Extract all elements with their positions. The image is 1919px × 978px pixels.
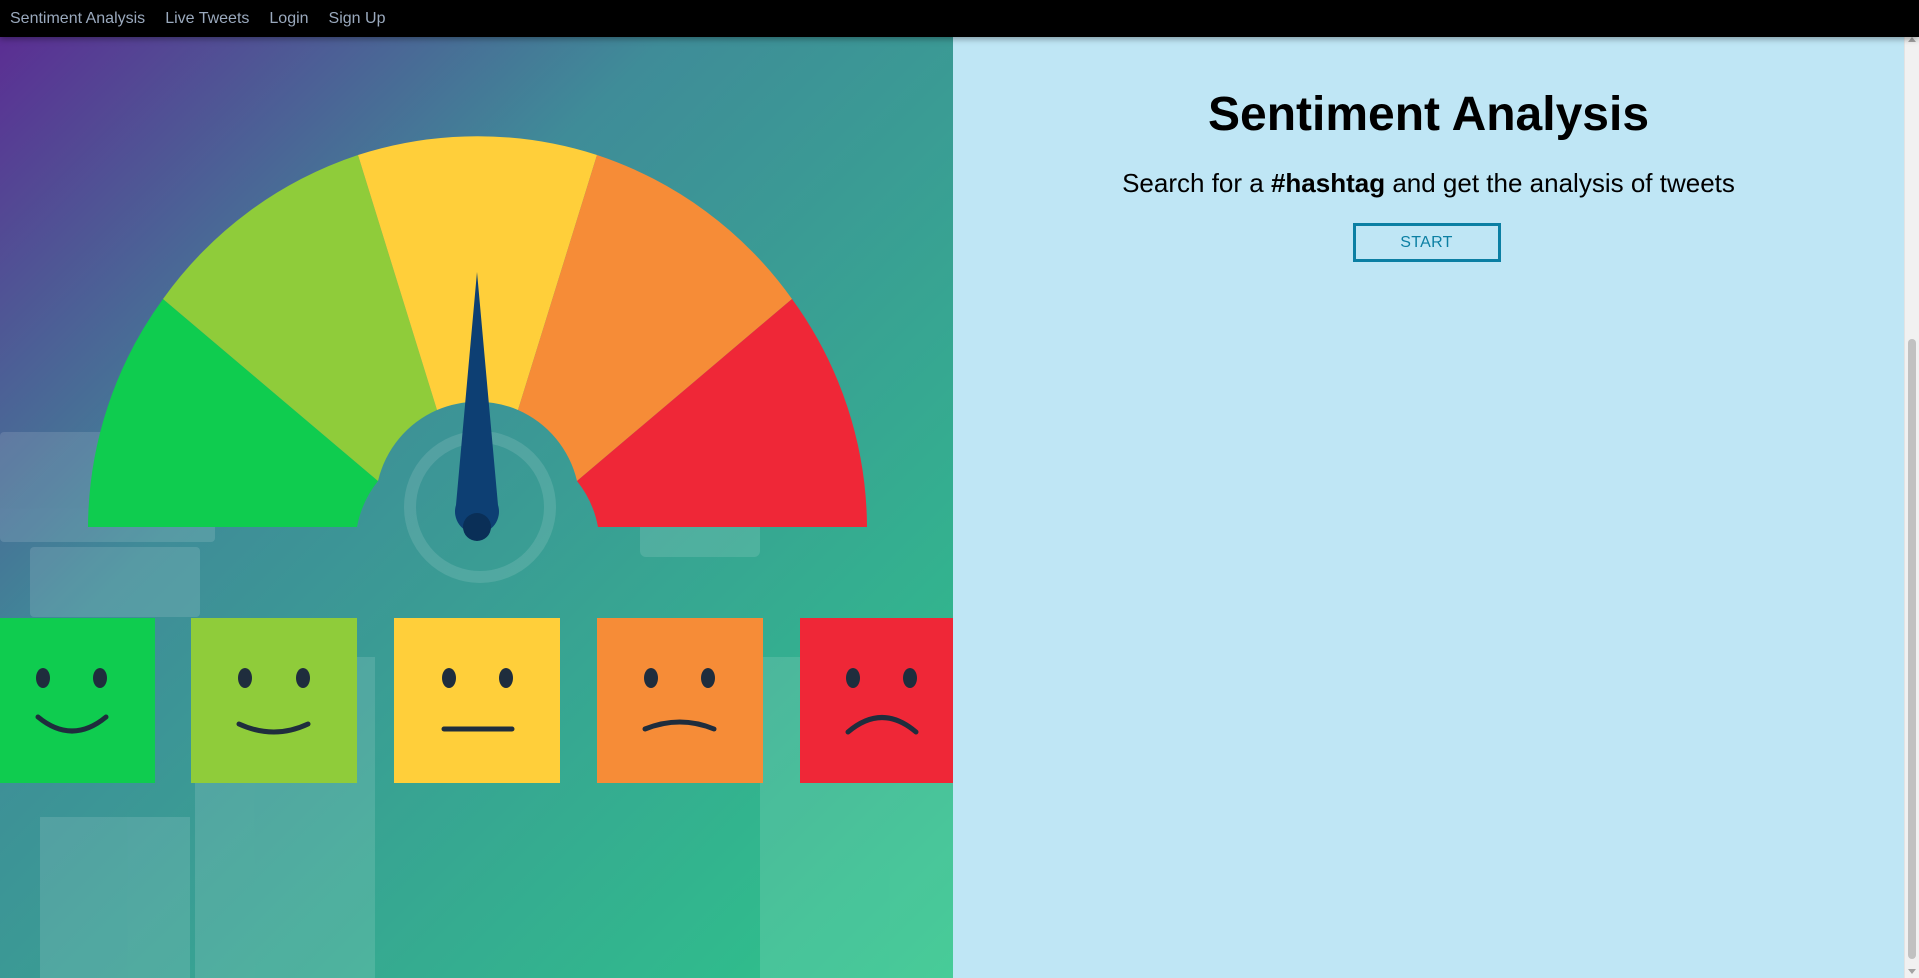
top-navbar: Sentiment Analysis Live Tweets Login Sig… <box>0 0 1919 37</box>
vertical-scrollbar[interactable] <box>1904 37 1919 978</box>
page-title: Sentiment Analysis <box>1207 88 1650 141</box>
scrollbar-thumb[interactable] <box>1908 339 1916 959</box>
nav-brand-sentiment-analysis[interactable]: Sentiment Analysis <box>10 10 145 28</box>
scroll-up-arrow-icon[interactable] <box>1908 37 1916 42</box>
subtitle-suffix: and get the analysis of tweets <box>1385 168 1735 198</box>
page-subtitle: Search for a #hashtag and get the analys… <box>953 165 1904 201</box>
nav-login[interactable]: Login <box>269 10 308 28</box>
subtitle-prefix: Search for a <box>1122 168 1271 198</box>
subtitle-hashtag: #hashtag <box>1270 168 1386 198</box>
scroll-down-arrow-icon[interactable] <box>1908 969 1916 974</box>
sentiment-gauge-illustration <box>0 37 953 978</box>
start-button[interactable]: START <box>1352 223 1501 262</box>
hero-panel: Sentiment Analysis Search for a #hashtag… <box>953 37 1904 978</box>
nav-sign-up[interactable]: Sign Up <box>329 10 386 28</box>
nav-live-tweets[interactable]: Live Tweets <box>165 10 249 28</box>
